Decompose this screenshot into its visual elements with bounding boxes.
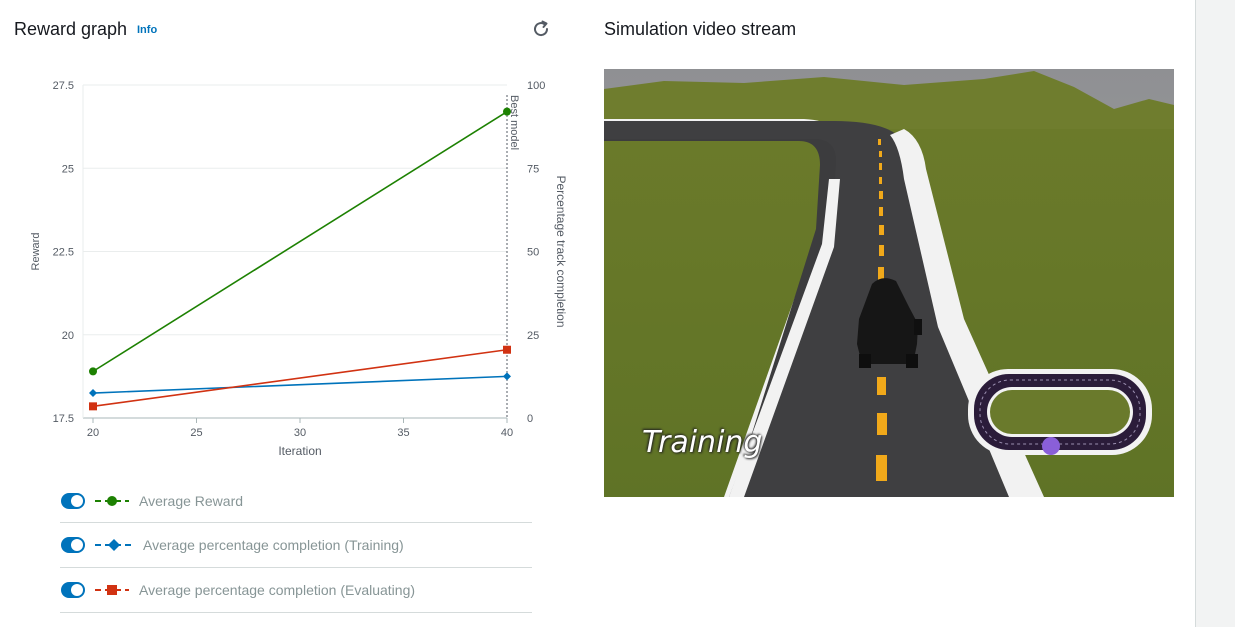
x-tick-label: 30 <box>294 427 306 439</box>
minimap-icon <box>968 369 1152 455</box>
data-point <box>89 389 97 398</box>
series-line-2 <box>92 348 508 408</box>
series-line-1 <box>92 375 508 394</box>
series-line-0 <box>92 110 508 373</box>
y-tick-label: 27.5 <box>53 80 74 92</box>
y2-tick-label: 100 <box>527 80 545 92</box>
reward-graph-title: Reward graph <box>14 19 128 39</box>
legend-item-training-completion: Average percentage completion (Training) <box>60 523 532 568</box>
y2-axis-label: Percentage track completion <box>554 175 568 327</box>
legend-item-average-reward: Average Reward <box>60 480 532 523</box>
legend-label-evaluating-completion: Average percentage completion (Evaluatin… <box>139 582 416 598</box>
x-tick-label: 35 <box>397 427 409 439</box>
y2-tick-label: 25 <box>527 330 539 342</box>
refresh-icon <box>534 20 549 37</box>
x-tick-label: 40 <box>501 427 513 439</box>
data-point <box>89 367 97 376</box>
data-point <box>89 402 97 411</box>
x-axis-label: Iteration <box>278 444 321 458</box>
average-reward-toggle[interactable] <box>61 493 85 509</box>
right-gutter <box>1195 0 1235 627</box>
training-completion-toggle[interactable] <box>61 537 85 553</box>
x-tick-label: 20 <box>87 427 99 439</box>
square-marker-icon <box>95 585 129 595</box>
circle-marker-icon <box>95 496 129 506</box>
training-overlay-label: Training <box>642 425 763 460</box>
diamond-marker-icon <box>95 539 133 551</box>
reward-chart: 17.5 20 22.5 25 27.5 0 25 50 75 100 20 25 30 35 40 Iter… <box>30 80 568 458</box>
data-point <box>503 372 511 381</box>
legend-item-evaluating-completion: Average percentage completion (Evaluatin… <box>60 568 532 613</box>
refresh-button[interactable] <box>529 17 553 41</box>
chart-legend: Average Reward Average percentage comple… <box>60 480 532 613</box>
y2-tick-label: 75 <box>527 163 539 175</box>
simulation-video[interactable]: Training <box>604 69 1174 497</box>
y-tick-label: 22.5 <box>53 247 74 259</box>
evaluating-completion-toggle[interactable] <box>61 582 85 598</box>
y-tick-label: 17.5 <box>53 413 74 425</box>
y-tick-label: 25 <box>62 163 74 175</box>
y-axis-label: Reward <box>30 233 42 271</box>
legend-label-average-reward: Average Reward <box>139 493 244 509</box>
y2-tick-label: 0 <box>527 413 533 425</box>
y2-tick-label: 50 <box>527 247 539 259</box>
y-tick-label: 20 <box>62 330 74 342</box>
legend-label-training-completion: Average percentage completion (Training) <box>143 537 404 553</box>
data-point <box>503 107 511 116</box>
data-point <box>503 345 511 354</box>
video-stream-title: Simulation video stream <box>604 19 797 39</box>
info-link[interactable]: Info <box>137 24 157 36</box>
best-model-label: Best model <box>508 95 520 150</box>
x-tick-label: 25 <box>190 427 202 439</box>
